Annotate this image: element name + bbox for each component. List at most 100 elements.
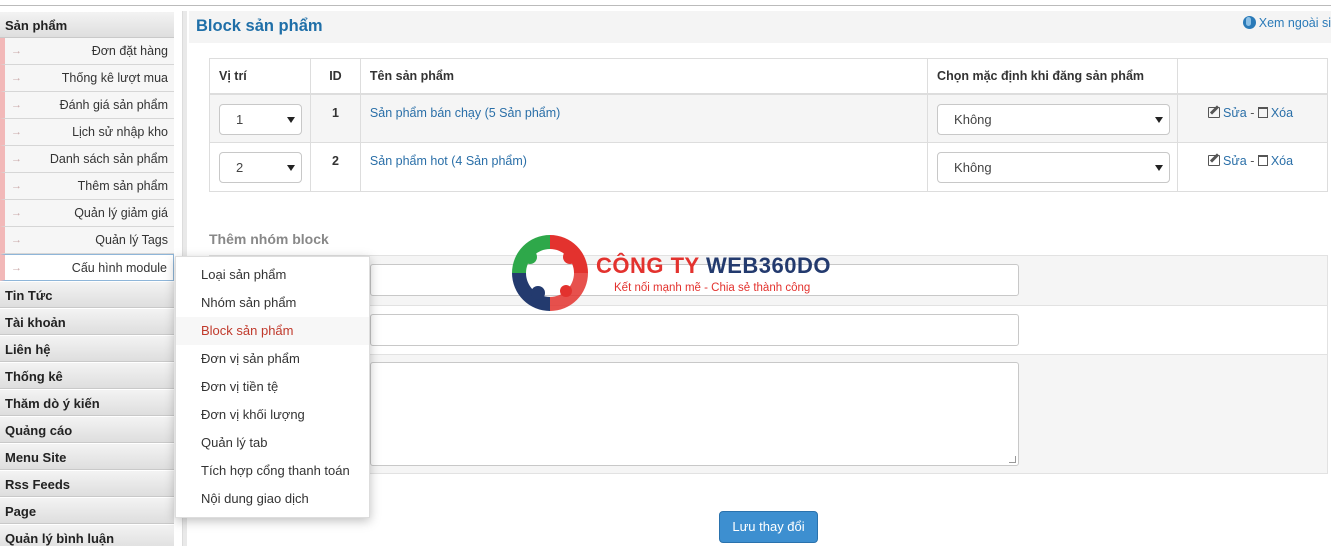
menu-item-noi-dung-giao-dich[interactable]: Nội dung giao dịch [176, 485, 369, 513]
caret-down-icon [287, 165, 295, 171]
menu-item-quan-ly-tab[interactable]: Quản lý tab [176, 429, 369, 457]
sidebar-section-thong-ke[interactable]: Thống kê [0, 362, 174, 389]
edit-link[interactable]: Sửa [1208, 106, 1247, 120]
caret-down-icon [1155, 116, 1164, 123]
logo-title-part: WEB360DO [705, 253, 831, 278]
actions-cell: Sửa - Xóa [1177, 93, 1328, 143]
sidebar-section-san-pham[interactable]: Sản phẩm [0, 11, 174, 38]
edit-icon [1208, 155, 1221, 166]
table-header-row: Vị trí ID Tên sản phẩm Chọn mặc định khi… [209, 58, 1328, 95]
column-header-position: Vị trí [209, 58, 311, 95]
table-row: 1 1 Sản phẩm bán chạy (5 Sản phẩm) Không… [209, 93, 1328, 143]
sidebar-section-tham-do-y-kien[interactable]: Thăm dò ý kiến [0, 389, 174, 416]
sidebar: Sản phẩm → Đơn đặt hàng → Thống kê lượt mu… [0, 11, 174, 546]
sidebar-item-danh-gia-san-pham[interactable]: → Đánh giá sản phẩm [0, 92, 174, 119]
arrow-right-icon: → [11, 72, 22, 84]
trash-icon [1257, 106, 1268, 118]
page-header: Block sản phẩm Xem ngoài si [189, 11, 1331, 43]
sidebar-item-label: Đơn đặt hàng [91, 44, 168, 58]
menu-item-don-vi-san-pham[interactable]: Đơn vị sản phẩm [176, 345, 369, 373]
position-value: 2 [236, 160, 244, 175]
edit-icon [1208, 106, 1221, 118]
top-border [0, 5, 1331, 6]
sidebar-item-them-san-pham[interactable]: → Thêm sản phẩm [0, 173, 174, 200]
product-block-name[interactable]: Sản phẩm bán chạy (5 Sản phẩm) [359, 93, 929, 143]
block-alias-input[interactable] [370, 314, 1019, 346]
column-header-default: Chọn mặc định khi đăng sản phẩm [927, 58, 1179, 95]
arrow-right-icon: → [11, 45, 22, 57]
menu-item-don-vi-tien-te[interactable]: Đơn vị tiền tệ [176, 373, 369, 401]
delete-label: Xóa [1270, 105, 1294, 120]
table-row: 2 2 Sản phẩm hot (4 Sản phẩm) Không Sửa … [209, 142, 1328, 192]
id-cell: 2 [309, 142, 361, 192]
caret-down-icon [1155, 165, 1164, 171]
column-header-name: Tên sản phẩm [359, 58, 929, 95]
default-select[interactable]: Không [937, 152, 1171, 183]
save-changes-button[interactable]: Lưu thay đổi [719, 511, 818, 543]
delete-link[interactable]: Xóa [1257, 105, 1294, 120]
sidebar-section-page[interactable]: Page [0, 497, 174, 524]
position-select[interactable]: 2 [219, 152, 302, 183]
menu-item-don-vi-khoi-luong[interactable]: Đơn vị khối lượng [176, 401, 369, 429]
arrow-right-icon: → [11, 207, 22, 219]
resize-grip-icon[interactable] [1009, 456, 1016, 463]
edit-label: Sửa [1223, 154, 1247, 168]
sidebar-item-quan-ly-giam-gia[interactable]: → Quản lý giảm giá [0, 200, 174, 227]
column-header-id: ID [309, 58, 361, 95]
default-value: Không [954, 111, 992, 127]
sidebar-section-quan-ly-binh-luan[interactable]: Quản lý bình luận [0, 524, 174, 546]
arrow-right-icon: → [11, 234, 22, 246]
sidebar-section-tin-tuc[interactable]: Tin Tức [0, 281, 174, 308]
menu-item-loai-san-pham[interactable]: Loại sản phẩm [176, 261, 369, 289]
sidebar-section-quang-cao[interactable]: Quảng cáo [0, 416, 174, 443]
position-value: 1 [236, 111, 244, 127]
form-row [209, 354, 1328, 474]
arrow-right-icon: → [11, 99, 22, 111]
sidebar-item-lich-su-nhap-kho[interactable]: → Lịch sử nhập kho [0, 119, 174, 146]
actions-cell: Sửa - Xóa [1177, 142, 1328, 192]
block-description-textarea[interactable] [370, 362, 1019, 466]
position-cell: 1 [209, 93, 311, 143]
position-cell: 2 [209, 142, 311, 192]
sidebar-section-rss-feeds[interactable]: Rss Feeds [0, 470, 174, 497]
sidebar-item-quan-ly-tags[interactable]: → Quản lý Tags [0, 227, 174, 254]
product-block-name[interactable]: Sản phẩm hot (4 Sản phẩm) [359, 142, 929, 192]
sidebar-item-cau-hinh-module[interactable]: → Cấu hình module [0, 254, 174, 281]
caret-down-icon [287, 116, 295, 123]
sidebar-item-thong-ke-luot-mua[interactable]: → Thống kê lượt mua [0, 65, 174, 92]
arrow-right-icon: → [11, 180, 22, 192]
company-logo: CÔNG TY WEB360DO Kết nối mạnh mẽ - Chia … [508, 231, 838, 316]
menu-item-block-san-pham[interactable]: Block sản phẩm [176, 317, 369, 345]
sidebar-item-label: Thêm sản phẩm [77, 179, 168, 193]
edit-link[interactable]: Sửa [1208, 154, 1247, 168]
sidebar-section-menu-site[interactable]: Menu Site [0, 443, 174, 470]
default-value: Không [954, 160, 992, 175]
menu-item-nhom-san-pham[interactable]: Nhóm sản phẩm [176, 289, 369, 317]
view-outside-label: Xem ngoài si [1258, 16, 1331, 30]
arrow-right-icon: → [11, 126, 22, 138]
sidebar-item-label: Quản lý Tags [95, 233, 168, 247]
id-cell: 1 [309, 93, 361, 143]
logo-tagline: Kết nối mạnh mẽ - Chia sẻ thành công [614, 282, 811, 294]
position-select[interactable]: 1 [219, 103, 302, 135]
sidebar-item-danh-sach-san-pham[interactable]: → Danh sách sản phẩm [0, 146, 174, 173]
page-title: Block sản phẩm [196, 17, 323, 35]
view-outside-link[interactable]: Xem ngoài si [1242, 16, 1331, 30]
sidebar-item-label: Đánh giá sản phẩm [59, 98, 168, 112]
globe-icon [1242, 16, 1256, 29]
sidebar-item-label: Cấu hình module [71, 261, 167, 275]
delete-label: Xóa [1270, 154, 1294, 168]
logo-emblem-icon [512, 235, 588, 311]
trash-icon [1257, 155, 1268, 166]
default-select[interactable]: Không [937, 103, 1171, 135]
sidebar-section-tai-khoan[interactable]: Tài khoản [0, 308, 174, 335]
sidebar-section-lien-he[interactable]: Liên hệ [0, 335, 174, 362]
action-separator: - [1250, 105, 1255, 120]
sidebar-item-don-dat-hang[interactable]: → Đơn đặt hàng [0, 38, 174, 65]
default-cell: Không [927, 142, 1179, 192]
module-config-menu: Loại sản phẩm Nhóm sản phẩm Block sản ph… [175, 256, 370, 518]
logo-title-part: CÔNG TY [596, 253, 706, 278]
delete-link[interactable]: Xóa [1257, 154, 1294, 168]
menu-item-tich-hop-cong-thanh-toan[interactable]: Tích hợp cổng thanh toán [176, 457, 369, 485]
edit-label: Sửa [1223, 105, 1247, 120]
